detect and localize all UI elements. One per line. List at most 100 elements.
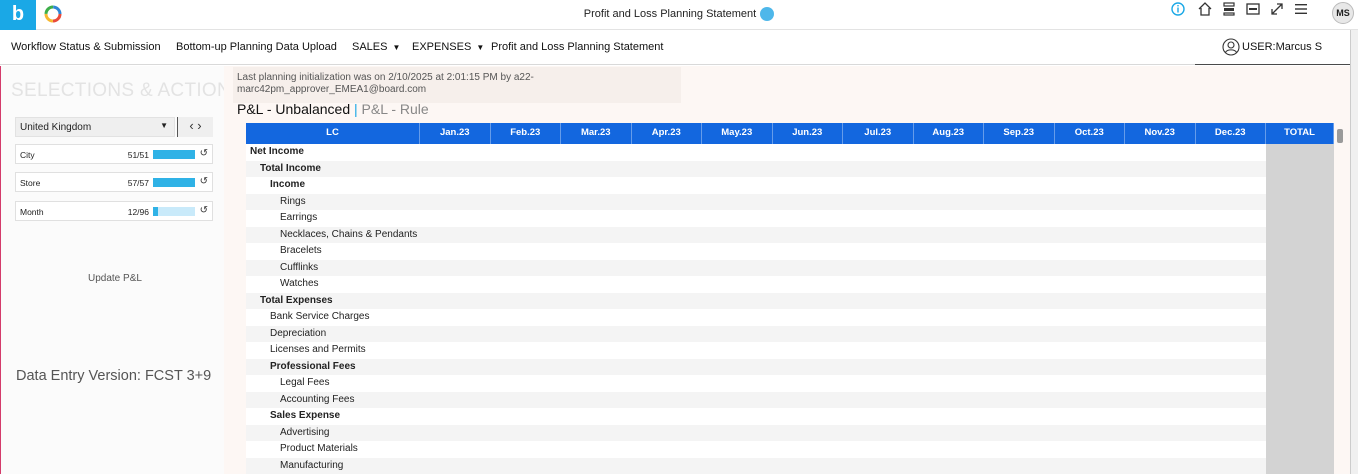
- filter-progress-fill: [153, 207, 158, 216]
- expand-icon[interactable]: [1268, 0, 1286, 18]
- column-header-month: Feb.23: [491, 123, 561, 144]
- filter-name: City: [20, 150, 35, 160]
- report-tabs: P&L - Unbalanced | P&L - Rule: [237, 101, 429, 117]
- menu-icon[interactable]: [1292, 0, 1310, 18]
- column-header-lc: LC: [246, 123, 420, 144]
- filter-city[interactable]: City 51/51 ↺: [15, 144, 213, 164]
- column-header-month: Jul.23: [843, 123, 914, 144]
- row-label: Sales Expense: [270, 410, 341, 421]
- row-label: Watches: [280, 278, 319, 289]
- country-select[interactable]: United Kingdom ▼: [15, 117, 175, 137]
- main-nav: Workflow Status & Submission Bottom-up P…: [0, 31, 1358, 65]
- table-row[interactable]: Product Materials: [246, 441, 1334, 458]
- avatar[interactable]: MS: [1332, 2, 1354, 24]
- tab-separator: |: [354, 101, 358, 117]
- nav-sales[interactable]: SALES ▼: [352, 41, 400, 53]
- row-label: Bracelets: [280, 245, 322, 256]
- reset-icon[interactable]: ↺: [200, 205, 208, 216]
- total-column: [1266, 144, 1334, 474]
- prev-next-arrows[interactable]: ‹ ›: [177, 117, 213, 137]
- app-ring-icon[interactable]: [42, 3, 64, 25]
- table-row[interactable]: Bracelets: [246, 243, 1334, 260]
- table-row[interactable]: Watches: [246, 276, 1334, 293]
- update-pl-button[interactable]: Update P&L: [88, 273, 142, 284]
- row-label: Advertising: [280, 426, 330, 438]
- table-row[interactable]: Total Income: [246, 160, 1334, 177]
- nav-label: EXPENSES: [412, 41, 472, 53]
- nav-expenses[interactable]: EXPENSES ▼: [412, 41, 484, 53]
- table-row[interactable]: Necklaces, Chains & Pendants: [246, 226, 1334, 243]
- selections-title: SELECTIONS & ACTIONS: [11, 80, 244, 101]
- table-row[interactable]: Rings: [246, 193, 1334, 210]
- column-header-month: Nov.23: [1125, 123, 1196, 144]
- info-icon[interactable]: [1169, 0, 1187, 18]
- filter-name: Month: [20, 207, 44, 217]
- home-icon[interactable]: [1196, 0, 1214, 18]
- logo-letter: b: [11, 3, 25, 25]
- row-label: Earrings: [280, 212, 318, 223]
- row-label: Bank Service Charges: [270, 311, 370, 322]
- row-label: Professional Fees: [270, 360, 356, 372]
- table-row[interactable]: Bank Service Charges: [246, 309, 1334, 326]
- title-home-icon[interactable]: [760, 7, 775, 21]
- selections-panel: SELECTIONS & ACTIONS United Kingdom ▼ ‹ …: [0, 66, 244, 474]
- row-label: Net Income: [250, 146, 304, 157]
- nav-workflow-status[interactable]: Workflow Status & Submission: [11, 41, 161, 53]
- user-info[interactable]: USER:Marcus S: [1222, 38, 1322, 56]
- table-row[interactable]: Depreciation: [246, 325, 1334, 342]
- screen-icon[interactable]: [1244, 0, 1262, 18]
- filter-progress-fill: [153, 150, 195, 159]
- filter-progress: [153, 150, 195, 159]
- nav-bottom-up-upload[interactable]: Bottom-up Planning Data Upload: [176, 41, 337, 53]
- column-header-month: Dec.23: [1196, 123, 1266, 144]
- nav-label: SALES: [352, 41, 388, 53]
- table-row[interactable]: Legal Fees: [246, 375, 1334, 392]
- row-label: Total Expenses: [260, 294, 333, 306]
- column-header-month: Aug.23: [914, 123, 984, 144]
- filter-store[interactable]: Store 57/57 ↺: [15, 172, 213, 192]
- row-label: Manufacturing: [280, 459, 344, 471]
- chevron-down-icon: ▼: [392, 43, 401, 52]
- table-row[interactable]: Professional Fees: [246, 358, 1334, 375]
- column-header-month: Mar.23: [561, 123, 632, 144]
- filter-panel-icon[interactable]: [1220, 0, 1238, 18]
- user-underline: [1195, 64, 1350, 65]
- grid-header: LC Jan.23 Feb.23 Mar.23 Apr.23 May.23 Jun.23 Ju…: [246, 123, 1334, 144]
- app-title-bar: Profit and Loss Planning Statement: [0, 7, 1358, 21]
- filter-count: 51/51: [127, 150, 149, 160]
- grid-scrollbar[interactable]: [1337, 129, 1343, 143]
- board-logo[interactable]: b: [0, 0, 36, 30]
- user-label: USER:Marcus S: [1242, 41, 1323, 53]
- row-label: Accounting Fees: [280, 393, 355, 405]
- nav-pl-statement[interactable]: Profit and Loss Planning Statement: [491, 41, 663, 53]
- chevron-down-icon: ▼: [160, 121, 168, 130]
- page-scrollbar[interactable]: [1350, 30, 1358, 474]
- table-row[interactable]: Licenses and Permits: [246, 342, 1334, 359]
- row-label: Income: [270, 179, 306, 190]
- row-label: Rings: [280, 195, 306, 207]
- data-entry-version: Data Entry Version: FCST 3+9: [16, 368, 212, 384]
- table-row[interactable]: Manufacturing: [246, 457, 1334, 474]
- table-row[interactable]: Sales Expense: [246, 408, 1334, 425]
- table-row[interactable]: Advertising: [246, 424, 1334, 441]
- user-circle-icon: [1222, 38, 1240, 56]
- tab-pl-unbalanced[interactable]: P&L - Unbalanced: [237, 101, 350, 117]
- reset-icon[interactable]: ↺: [200, 148, 208, 159]
- table-row[interactable]: Cufflinks: [246, 259, 1334, 276]
- reset-icon[interactable]: ↺: [200, 176, 208, 187]
- row-label: Product Materials: [280, 443, 358, 454]
- init-info-text: Last planning initialization was on 2/10…: [237, 72, 534, 95]
- table-row[interactable]: Net Income: [246, 144, 1334, 161]
- table-row[interactable]: Accounting Fees: [246, 391, 1334, 408]
- table-row[interactable]: Total Expenses: [246, 292, 1334, 309]
- row-label: Depreciation: [270, 327, 327, 339]
- column-header-month: Jun.23: [773, 123, 843, 144]
- filter-progress: [153, 178, 195, 187]
- tab-pl-rule[interactable]: P&L - Rule: [362, 101, 429, 117]
- init-info-box: Last planning initialization was on 2/10…: [233, 67, 681, 103]
- filter-month[interactable]: Month 12/96 ↺: [15, 201, 213, 221]
- table-row[interactable]: Income: [246, 177, 1334, 194]
- filter-progress: [153, 207, 195, 216]
- pl-grid: LC Jan.23 Feb.23 Mar.23 Apr.23 May.23 Jun.23 Ju…: [246, 123, 1334, 474]
- table-row[interactable]: Earrings: [246, 210, 1334, 227]
